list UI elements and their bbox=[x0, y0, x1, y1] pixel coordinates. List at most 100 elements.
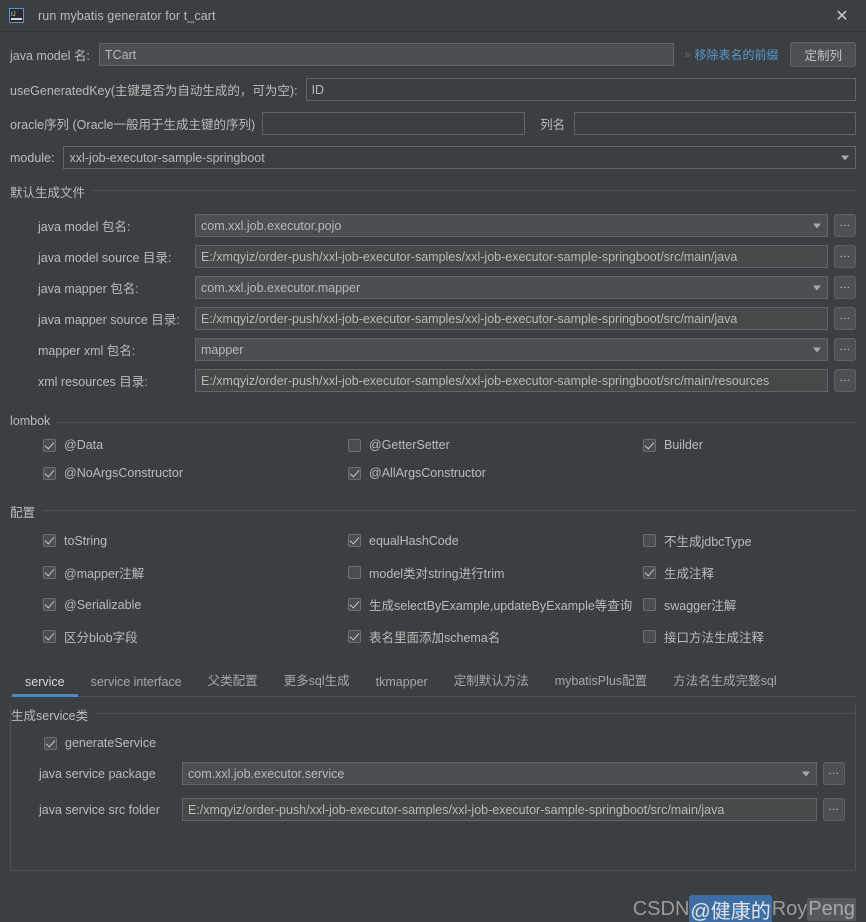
group-divider bbox=[10, 190, 856, 191]
java-mapper-package-row: java mapper 包名: com.xxl.job.executor.map… bbox=[10, 276, 856, 299]
java-mapper-source-dir-input[interactable]: E:/xmqyiz/order-push/xxl-job-executor-sa… bbox=[195, 307, 828, 330]
browse-button[interactable]: ... bbox=[834, 245, 856, 268]
checkbox-label: @GetterSetter bbox=[369, 438, 450, 452]
java-mapper-source-dir-row: java mapper source 目录: E:/xmqyiz/order-p… bbox=[10, 307, 856, 330]
dialog-body: java model 名: TCart » 移除表名的前缀 定制列 useGen… bbox=[0, 42, 866, 922]
tab-service-interface[interactable]: service interface bbox=[78, 675, 195, 696]
checkbox-mapper-annotation[interactable]: @mapper注解 bbox=[43, 563, 348, 582]
model-name-value: TCart bbox=[104, 47, 137, 62]
java-model-source-dir-row: java model source 目录: E:/xmqyiz/order-pu… bbox=[10, 245, 856, 268]
checkbox-equalhashcode[interactable]: equalHashCode bbox=[348, 531, 643, 550]
tab-mybatisplus-config[interactable]: mybatisPlus配置 bbox=[542, 670, 660, 696]
generate-service-group-title: 生成service类 bbox=[11, 705, 96, 724]
checkbox-builder[interactable]: Builder bbox=[643, 438, 856, 452]
checkbox-data[interactable]: @Data bbox=[43, 438, 348, 452]
chevron-right-icon: » bbox=[684, 48, 691, 61]
browse-button[interactable]: ... bbox=[834, 276, 856, 299]
java-service-package-row: java service package com.xxl.job.executo… bbox=[11, 762, 845, 785]
custom-columns-button[interactable]: 定制列 bbox=[790, 42, 856, 67]
module-select[interactable]: xxl-job-executor-sample-springboot bbox=[63, 146, 856, 169]
checkbox-model-string-trim[interactable]: model类对string进行trim bbox=[348, 563, 643, 582]
checkbox-label: Builder bbox=[664, 438, 703, 452]
java-model-source-dir-input[interactable]: E:/xmqyiz/order-push/xxl-job-executor-sa… bbox=[195, 245, 828, 268]
checkbox-generate-comment[interactable]: 生成注释 bbox=[643, 563, 856, 582]
generate-service-group: 生成service类 generateService java service … bbox=[11, 705, 855, 821]
checkbox-label: @Data bbox=[64, 438, 104, 452]
field-value: E:/xmqyiz/order-push/xxl-job-executor-sa… bbox=[188, 802, 725, 817]
chevron-down-icon bbox=[813, 347, 821, 352]
xml-resources-dir-row: xml resources 目录: E:/xmqyiz/order-push/x… bbox=[10, 369, 856, 392]
checkbox-box bbox=[643, 566, 656, 579]
model-name-input[interactable]: TCart bbox=[98, 43, 675, 66]
checkbox-serializable[interactable]: @Serializable bbox=[43, 595, 348, 614]
default-files-group-body: java model 包名: com.xxl.job.executor.pojo… bbox=[10, 201, 856, 392]
browse-button[interactable]: ... bbox=[834, 338, 856, 361]
field-value: mapper bbox=[201, 342, 244, 357]
checkbox-noargsconstructor[interactable]: @NoArgsConstructor bbox=[43, 466, 348, 480]
tab-method-name-full-sql[interactable]: 方法名生成完整sql bbox=[660, 670, 789, 696]
xml-resources-dir-input[interactable]: E:/xmqyiz/order-push/xxl-job-executor-sa… bbox=[195, 369, 828, 392]
intellij-idea-icon: IJ bbox=[9, 8, 24, 23]
remove-table-prefix-link[interactable]: 移除表名的前缀 bbox=[694, 46, 778, 63]
close-icon[interactable]: ✕ bbox=[832, 6, 852, 26]
checkbox-allargsconstructor[interactable]: @AllArgsConstructor bbox=[348, 466, 643, 480]
checkbox-label: 不生成jdbcType bbox=[664, 535, 752, 549]
java-model-package-select[interactable]: com.xxl.job.executor.pojo bbox=[195, 214, 828, 237]
browse-button[interactable]: ... bbox=[834, 214, 856, 237]
checkbox-label: model类对string进行trim bbox=[369, 567, 505, 581]
svg-text:IJ: IJ bbox=[11, 12, 16, 18]
checkbox-tostring[interactable]: toString bbox=[43, 531, 348, 550]
checkbox-label: 表名里面添加schema名 bbox=[369, 631, 501, 645]
module-label: module: bbox=[10, 150, 55, 165]
checkbox-label: equalHashCode bbox=[369, 533, 459, 548]
checkbox-label: @NoArgsConstructor bbox=[64, 466, 183, 480]
checkbox-label: 区分blob字段 bbox=[64, 631, 138, 645]
checkbox-box bbox=[643, 630, 656, 643]
field-label: java model 包名: bbox=[38, 220, 131, 234]
checkbox-generate-selectbyexample[interactable]: 生成selectByExample,updateByExample等查询 bbox=[348, 595, 643, 614]
column-name-input[interactable] bbox=[574, 112, 856, 135]
use-generated-key-input[interactable]: ID bbox=[305, 78, 856, 101]
oracle-sequence-label: oracle序列 (Oracle一般用于生成主键的序列) bbox=[10, 118, 256, 132]
checkbox-box bbox=[43, 566, 56, 579]
field-label: xml resources 目录: bbox=[38, 375, 148, 389]
watermark-suffix-gray: Roy bbox=[771, 898, 808, 920]
checkbox-label: @AllArgsConstructor bbox=[369, 466, 486, 480]
mapper-xml-package-select[interactable]: mapper bbox=[195, 338, 828, 361]
tab-parent-class-config[interactable]: 父类配置 bbox=[195, 670, 271, 696]
field-value: com.xxl.job.executor.mapper bbox=[201, 280, 361, 295]
java-service-package-select[interactable]: com.xxl.job.executor.service bbox=[182, 762, 817, 785]
java-service-src-folder-input[interactable]: E:/xmqyiz/order-push/xxl-job-executor-sa… bbox=[182, 798, 817, 821]
chevron-down-icon bbox=[802, 771, 810, 776]
checkbox-generateservice[interactable]: generateService bbox=[44, 736, 156, 750]
checkbox-box bbox=[643, 438, 656, 452]
browse-button[interactable]: ... bbox=[834, 307, 856, 330]
field-label: mapper xml 包名: bbox=[38, 344, 136, 358]
oracle-sequence-input[interactable] bbox=[262, 112, 526, 135]
checkbox-gettersetter[interactable]: @GetterSetter bbox=[348, 438, 643, 452]
browse-button[interactable]: ... bbox=[823, 798, 845, 821]
tab-more-sql-generation[interactable]: 更多sql生成 bbox=[271, 670, 363, 696]
checkbox-box bbox=[348, 598, 361, 611]
checkbox-label: 生成注释 bbox=[664, 567, 715, 581]
checkbox-distinguish-blob[interactable]: 区分blob字段 bbox=[43, 627, 348, 646]
checkbox-box bbox=[43, 598, 56, 611]
checkbox-add-schema-name[interactable]: 表名里面添加schema名 bbox=[348, 627, 643, 646]
lombok-group: lombok @Data @GetterSetter Builder @NoAr… bbox=[10, 414, 856, 486]
checkbox-swagger-annotation[interactable]: swagger注解 bbox=[643, 595, 856, 614]
checkbox-no-jdbctype[interactable]: 不生成jdbcType bbox=[643, 531, 856, 550]
watermark-highlight: @健康的 bbox=[689, 895, 772, 922]
checkbox-box bbox=[348, 466, 361, 480]
lombok-checkbox-grid: @Data @GetterSetter Builder @NoArgsConst… bbox=[10, 428, 856, 486]
checkbox-label: swagger注解 bbox=[664, 599, 737, 613]
checkbox-interface-method-comment[interactable]: 接口方法生成注释 bbox=[643, 627, 856, 646]
chevron-down-icon bbox=[813, 223, 821, 228]
tab-custom-default-methods[interactable]: 定制默认方法 bbox=[441, 670, 542, 696]
field-label: java service src folder bbox=[39, 802, 160, 817]
tab-tkmapper[interactable]: tkmapper bbox=[363, 675, 441, 696]
checkbox-label: 生成selectByExample,updateByExample等查询 bbox=[369, 599, 633, 613]
browse-button[interactable]: ... bbox=[823, 762, 845, 785]
java-mapper-package-select[interactable]: com.xxl.job.executor.mapper bbox=[195, 276, 828, 299]
browse-button[interactable]: ... bbox=[834, 369, 856, 392]
tab-service[interactable]: service bbox=[12, 675, 78, 697]
